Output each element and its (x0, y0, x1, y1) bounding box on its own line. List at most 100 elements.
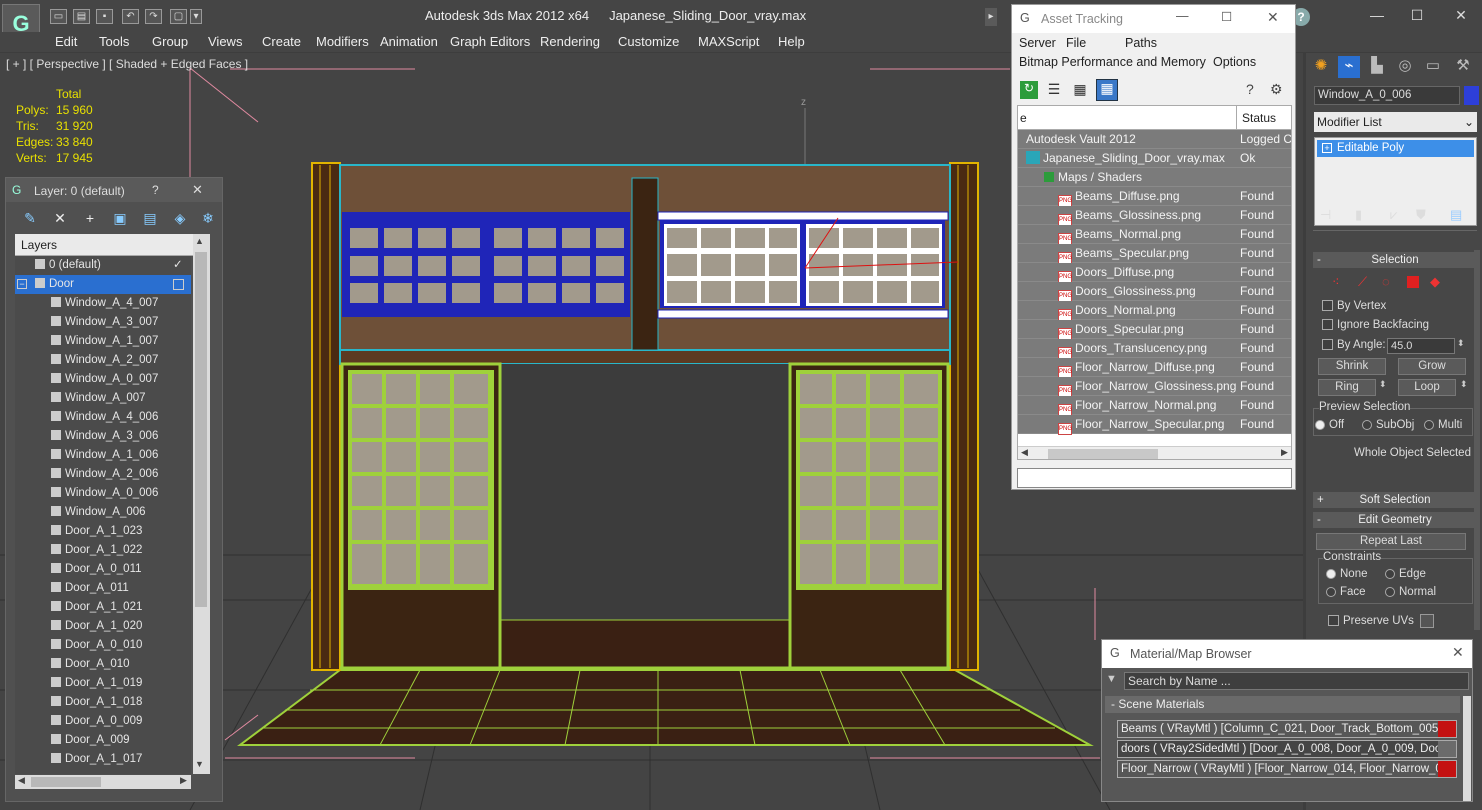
modifier-list-dropdown[interactable]: Modifier List ⌄ (1314, 112, 1477, 132)
material-browser-titlebar[interactable]: G Material/Map Browser ✕ (1102, 640, 1472, 668)
expand-icon[interactable]: + (1322, 143, 1332, 153)
layer-item[interactable]: Window_A_3_006 (15, 427, 191, 446)
menu-group[interactable]: Group (152, 34, 188, 49)
hierarchy-tab-icon[interactable]: ▙ (1366, 56, 1388, 78)
dropdown-arrow-icon[interactable]: ▾ (190, 9, 202, 24)
list-view-icon[interactable]: ☰ (1045, 81, 1063, 99)
preview-subobj-radio[interactable]: SubObj (1362, 419, 1414, 431)
preserve-uvs-settings-icon[interactable] (1420, 614, 1434, 628)
collapse-icon[interactable]: − (17, 279, 27, 289)
menu-graph-editors[interactable]: Graph Editors (450, 34, 530, 49)
layer-item[interactable]: Window_A_3_007 (15, 313, 191, 332)
make-unique-icon[interactable]: ⩗ (1390, 207, 1397, 223)
layer-item[interactable]: Door_A_1_018 (15, 693, 191, 712)
asset-row[interactable]: PNG Floor_Narrow_Normal.png Found (1018, 396, 1291, 416)
close-button[interactable]: ✕ (192, 182, 203, 198)
asset-menu-server[interactable]: Server (1019, 36, 1056, 50)
redo-icon[interactable]: ↷ (145, 9, 162, 24)
pin-stack-icon[interactable]: ⊣ (1320, 207, 1331, 223)
layer-item[interactable]: Door_A_1_021 (15, 598, 191, 617)
menu-modifiers[interactable]: Modifiers (316, 34, 369, 49)
asset-row[interactable]: PNG Floor_Narrow_Specular.png Found (1018, 415, 1291, 435)
utilities-tab-icon[interactable]: ⚒ (1452, 56, 1474, 78)
spinner-arrows-icon[interactable]: ⬍ (1457, 338, 1465, 349)
edge-mode-icon[interactable]: ⟋ (1358, 274, 1367, 290)
minimize-icon[interactable]: — (1362, 5, 1392, 25)
scene-materials-group[interactable]: - Scene Materials (1105, 696, 1460, 713)
select-layer-icon[interactable]: ▤ (141, 210, 159, 228)
selection-rollout[interactable]: - Selection (1313, 252, 1477, 268)
object-color-swatch[interactable] (1464, 86, 1479, 105)
horizontal-scrollbar[interactable]: ◀ ▶ (15, 775, 191, 789)
help-button[interactable]: ? (152, 183, 159, 197)
asset-row[interactable]: PNG Beams_Normal.png Found (1018, 225, 1291, 245)
layer-item[interactable]: Door_A_010 (15, 655, 191, 674)
menu-help[interactable]: Help (778, 34, 805, 49)
preview-off-radio[interactable]: Off (1315, 419, 1344, 431)
asset-menu-file[interactable]: File (1066, 36, 1086, 50)
shrink-button[interactable]: Shrink (1318, 358, 1386, 375)
asset-row[interactable]: PNG Doors_Diffuse.png Found (1018, 263, 1291, 283)
settings-help-icon[interactable]: ⚙ (1270, 81, 1283, 98)
layer-item[interactable]: Door_A_1_017 (15, 750, 191, 769)
edit-geometry-rollout[interactable]: - Edit Geometry (1313, 512, 1477, 528)
refresh-icon[interactable]: ↻ (1020, 81, 1038, 99)
maximize-icon[interactable]: ☐ (1402, 5, 1432, 25)
motion-tab-icon[interactable]: ◎ (1394, 56, 1416, 78)
layer-item[interactable]: Window_A_2_007 (15, 351, 191, 370)
horizontal-scrollbar[interactable]: ◀ ▶ (1018, 446, 1291, 459)
ignore-backfacing-checkbox[interactable]: Ignore Backfacing (1322, 319, 1429, 331)
ring-button[interactable]: Ring (1318, 379, 1376, 396)
thumbnail-view-icon[interactable]: ▦ (1071, 81, 1089, 99)
add-to-layer-icon[interactable]: + (81, 210, 99, 228)
open-file-icon[interactable]: ▤ (73, 9, 90, 24)
new-file-icon[interactable]: ▭ (50, 9, 67, 24)
close-icon[interactable]: ✕ (1452, 644, 1464, 661)
asset-table[interactable]: e Status Autodesk Vault 2012 Logged C Japa… (1017, 105, 1292, 460)
close-icon[interactable]: ✕ (1267, 9, 1279, 26)
constraint-none-radio[interactable]: None (1326, 568, 1368, 580)
layer-box-icon[interactable] (173, 279, 184, 290)
command-panel-scrollbar[interactable] (1474, 250, 1480, 630)
layer-item[interactable]: Window_A_0_006 (15, 484, 191, 503)
menu-tools[interactable]: Tools (99, 34, 129, 49)
menu-views[interactable]: Views (208, 34, 242, 49)
hide-all-icon[interactable]: ◈ (171, 210, 189, 228)
layer-item[interactable]: Door_A_0_010 (15, 636, 191, 655)
constraint-normal-radio[interactable]: Normal (1385, 586, 1436, 598)
layer-item[interactable]: Door_A_1_020 (15, 617, 191, 636)
asset-row[interactable]: PNG Beams_Diffuse.png Found (1018, 187, 1291, 207)
constraint-edge-radio[interactable]: Edge (1385, 568, 1426, 580)
object-name-field[interactable]: Window_A_0_006 (1314, 86, 1460, 105)
menu-rendering[interactable]: Rendering (540, 34, 600, 49)
close-icon[interactable]: ✕ (1446, 5, 1476, 25)
status-column-header[interactable]: Status (1242, 111, 1276, 125)
layer-item[interactable]: Window_A_4_006 (15, 408, 191, 427)
create-layer-icon[interactable]: ✎ (21, 210, 39, 228)
undo-icon[interactable]: ↶ (122, 9, 139, 24)
by-vertex-checkbox[interactable]: By Vertex (1322, 300, 1386, 312)
material-item[interactable]: doors ( VRay2SidedMtl ) [Door_A_0_008, D… (1117, 740, 1457, 758)
show-end-result-icon[interactable]: ▮ (1355, 207, 1362, 223)
repeat-last-button[interactable]: Repeat Last (1316, 533, 1466, 550)
menu-maxscript[interactable]: MAXScript (698, 34, 759, 49)
table-view-icon[interactable]: ▦ (1096, 79, 1118, 101)
menu-customize[interactable]: Customize (618, 34, 679, 49)
element-mode-icon[interactable]: ◆ (1430, 274, 1440, 290)
layer-item[interactable]: Window_A_4_007 (15, 294, 191, 313)
select-objects-icon[interactable]: ▣ (111, 210, 129, 228)
soft-selection-rollout[interactable]: + Soft Selection (1313, 492, 1477, 508)
layer-item[interactable]: Window_A_007 (15, 389, 191, 408)
layer-item[interactable]: Window_A_1_006 (15, 446, 191, 465)
active-layer-check-icon[interactable]: ✓ (173, 256, 183, 275)
layer-item[interactable]: − Door (15, 275, 191, 294)
asset-menu-item[interactable]: Bitmap Performance and Memory (1019, 55, 1206, 69)
layer-item[interactable]: Door_A_011 (15, 579, 191, 598)
layer-item[interactable]: Window_A_006 (15, 503, 191, 522)
layer-item[interactable]: Window_A_2_006 (15, 465, 191, 484)
preview-multi-radio[interactable]: Multi (1424, 419, 1462, 431)
name-column-header[interactable]: e (1020, 111, 1027, 125)
menu-edit[interactable]: Edit (55, 34, 77, 49)
delete-layer-icon[interactable]: ✕ (51, 210, 69, 228)
create-tab-icon[interactable]: ✺ (1310, 56, 1332, 78)
